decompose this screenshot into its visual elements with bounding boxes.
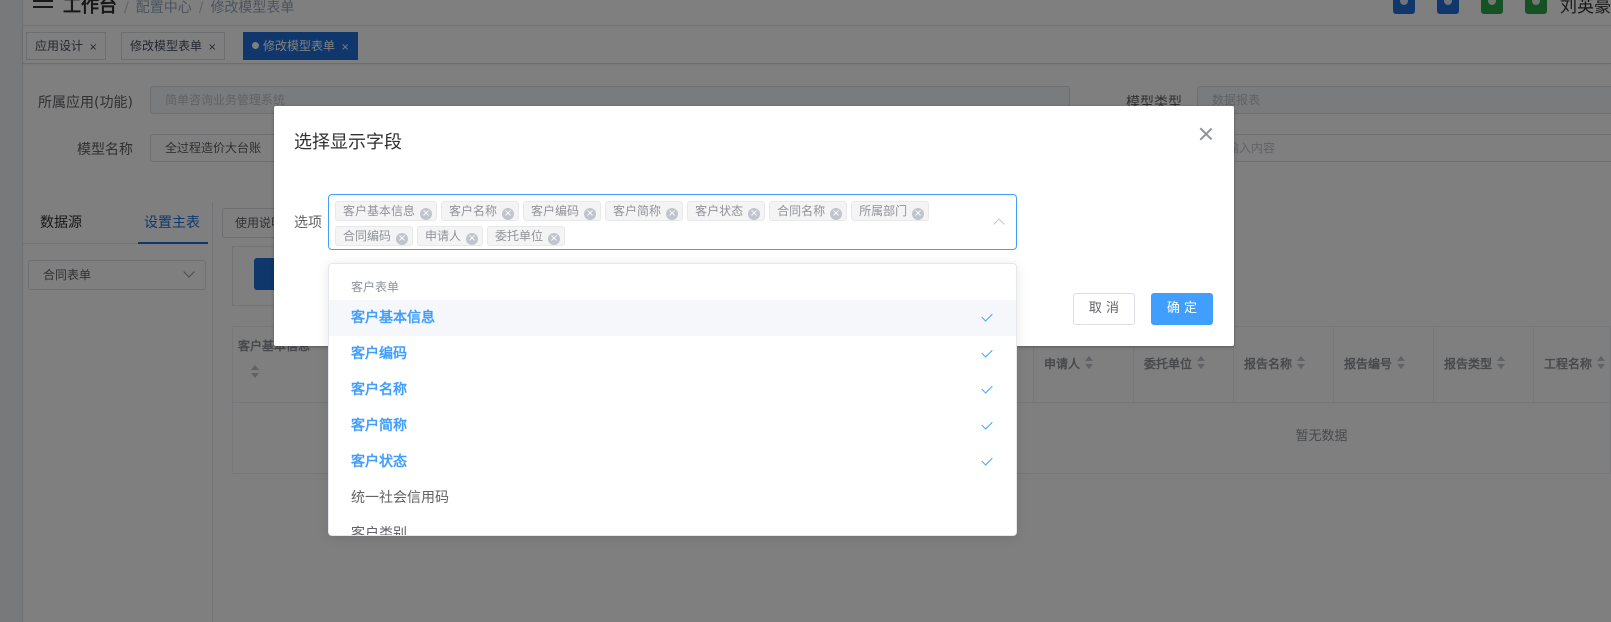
dropdown-option[interactable]: 客户状态 — [329, 444, 1016, 480]
dropdown-option[interactable]: 客户名称 — [329, 372, 1016, 408]
tag-close-icon[interactable]: × — [502, 208, 515, 220]
dropdown-option[interactable]: 客户基本信息 — [329, 300, 1016, 336]
dropdown-option[interactable]: 客户类别 — [329, 516, 1016, 535]
option-label: 选项 — [294, 215, 322, 231]
selected-tag: 委托单位 × — [487, 226, 566, 246]
selected-tag: 客户状态 × — [687, 201, 766, 221]
selected-tag: 申请人 × — [417, 226, 484, 246]
selected-tag: 客户简称 × — [605, 201, 684, 221]
tag-close-icon[interactable]: × — [748, 208, 761, 220]
tag-close-icon[interactable]: × — [666, 208, 679, 220]
selected-tag: 合同编码 × — [335, 226, 414, 246]
cancel-button[interactable]: 取 消 — [1073, 293, 1135, 325]
check-icon — [981, 346, 993, 358]
confirm-button[interactable]: 确 定 — [1151, 293, 1213, 325]
selected-tag: 客户名称 × — [441, 201, 520, 221]
field-multiselect[interactable]: 客户基本信息 × 客户名称 × 客户编码 × 客户简称 × 客户状态 × 合同名称 × 所属部门 × 合同编… — [328, 194, 1017, 250]
selected-tags: 客户基本信息 × 客户名称 × 客户编码 × 客户简称 × 客户状态 × 合同名称 × 所属部门 × 合同编… — [335, 199, 965, 249]
check-icon — [981, 310, 993, 322]
dropdown-option[interactable]: 客户编码 — [329, 336, 1016, 372]
option-group-title: 客户表单 — [351, 280, 400, 294]
selected-tag: 合同名称 × — [769, 201, 848, 221]
close-icon[interactable] — [1198, 126, 1214, 142]
tag-close-icon[interactable]: × — [584, 208, 597, 220]
check-icon — [981, 418, 993, 430]
dropdown-option[interactable]: 客户简称 — [329, 408, 1016, 444]
check-icon — [981, 454, 993, 466]
field-dropdown: 客户表单 客户基本信息 客户编码 客户名称 客户简称 客户状态 统一社会信用码 … — [328, 263, 1017, 536]
dialog-title: 选择显示字段 — [294, 132, 402, 153]
selected-tag: 客户编码 × — [523, 201, 602, 221]
tag-close-icon[interactable]: × — [912, 208, 925, 220]
tag-close-icon[interactable]: × — [420, 208, 433, 220]
tag-close-icon[interactable]: × — [466, 233, 479, 245]
dropdown-option[interactable]: 统一社会信用码 — [329, 480, 1016, 516]
chevron-up-icon[interactable] — [993, 218, 1005, 230]
tag-close-icon[interactable]: × — [548, 233, 561, 245]
check-icon — [981, 382, 993, 394]
tag-close-icon[interactable]: × — [396, 233, 409, 245]
selected-tag: 客户基本信息 × — [335, 201, 438, 221]
tag-close-icon[interactable]: × — [830, 208, 843, 220]
selected-tag: 所属部门 × — [851, 201, 930, 221]
